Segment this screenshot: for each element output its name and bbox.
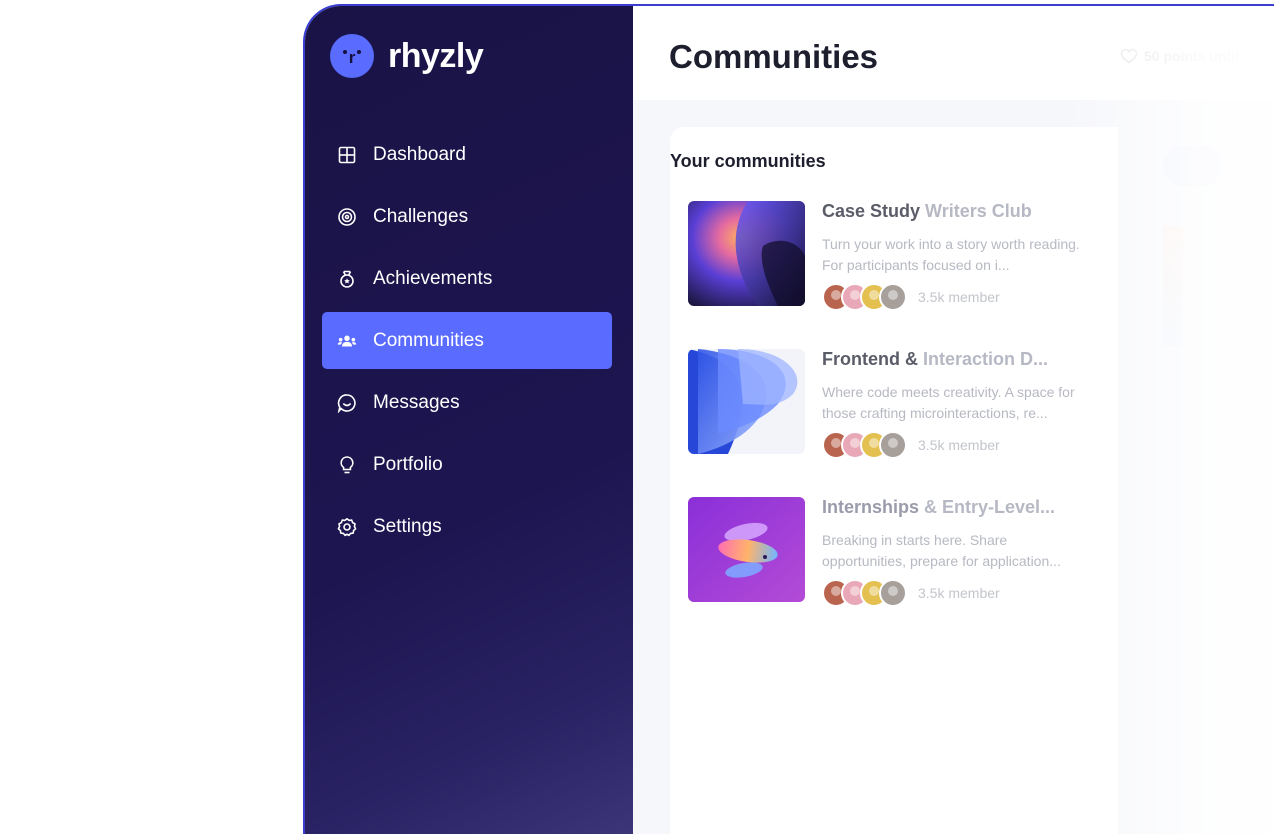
- community-description: Breaking in starts here. Share opportuni…: [822, 532, 1061, 569]
- chat-icon: [337, 393, 356, 413]
- community-name-part: Frontend &: [822, 349, 923, 369]
- sidebar-item-label: Messages: [373, 391, 460, 413]
- community-item[interactable]: Internships & Entry-Level... Breaking in…: [688, 497, 1108, 609]
- sidebar-item-settings[interactable]: Settings: [322, 498, 612, 555]
- avatar: [879, 283, 907, 311]
- main-content: Communities 50 points until Your communi…: [633, 6, 1274, 834]
- faded-button: [1163, 146, 1223, 186]
- community-description: Turn your work into a story worth readin…: [822, 236, 1080, 273]
- sidebar-item-dashboard[interactable]: Dashboard: [322, 126, 612, 183]
- your-communities-card: Your communities Case Study Writers Club…: [670, 127, 1118, 834]
- community-name-part: Writers Club: [920, 201, 1032, 221]
- community-thumbnail: [688, 201, 805, 306]
- gear-icon: [337, 517, 357, 536]
- community-name: Case Study Writers Club: [822, 201, 1032, 222]
- points-text: 50 points until: [1144, 48, 1239, 64]
- community-name: Frontend & Interaction D...: [822, 349, 1048, 370]
- community-name-part: Internships: [822, 497, 925, 517]
- section-title: Your communities: [670, 151, 826, 171]
- avatar: [879, 579, 907, 607]
- community-thumbnail: [688, 349, 805, 454]
- grid-icon: [338, 146, 356, 163]
- community-name-part: Case Study: [822, 201, 921, 221]
- sidebar-item-communities[interactable]: Communities: [322, 312, 612, 369]
- people-icon: [337, 335, 357, 346]
- community-item[interactable]: Case Study Writers Club Turn your work i…: [688, 201, 1108, 313]
- sidebar-item-label: Settings: [373, 515, 442, 537]
- lightbulb-icon: [340, 455, 354, 473]
- target-icon: [338, 207, 356, 226]
- sidebar-item-messages[interactable]: Messages: [322, 374, 612, 431]
- community-name-part: & Entry-Level...: [924, 497, 1056, 517]
- member-avatars: 3.5k member: [822, 283, 1000, 311]
- brand-name: rhyzly: [388, 36, 484, 75]
- community-description: Where code meets creativity. A space for…: [822, 384, 1075, 421]
- sidebar: r rhyzly Dashboard Challenges Achievemen…: [305, 6, 633, 834]
- community-name-part: Interaction D...: [923, 349, 1049, 369]
- points-indicator: 50 points until: [1120, 48, 1239, 64]
- member-avatars: 3.5k member: [822, 431, 1000, 459]
- sidebar-item-achievements[interactable]: Achievements: [322, 250, 612, 307]
- sidebar-item-label: Portfolio: [373, 453, 443, 475]
- avatar: [879, 431, 907, 459]
- sidebar-item-challenges[interactable]: Challenges: [322, 188, 612, 245]
- sidebar-item-label: Dashboard: [373, 143, 466, 165]
- top-bar: Communities 50 points until: [633, 6, 1274, 100]
- sidebar-item-label: Achievements: [373, 267, 493, 289]
- member-count: 3.5k member: [918, 289, 1000, 305]
- sidebar-item-label: Communities: [373, 329, 484, 351]
- sidebar-item-portfolio[interactable]: Portfolio: [322, 436, 612, 493]
- community-item[interactable]: Frontend & Interaction D... Where code m…: [688, 349, 1108, 461]
- logo[interactable]: r rhyzly: [330, 34, 484, 78]
- community-name: Internships & Entry-Level...: [822, 497, 1055, 518]
- app-window: r rhyzly Dashboard Challenges Achievemen…: [303, 4, 1274, 834]
- page-title: Communities: [669, 38, 879, 75]
- member-count: 3.5k member: [918, 585, 1000, 601]
- logo-mark-icon: r: [330, 34, 374, 78]
- faded-panel: [1163, 226, 1183, 346]
- medal-icon: [340, 270, 354, 288]
- community-thumbnail: [688, 497, 805, 602]
- logo-mark-letter: r: [348, 48, 356, 67]
- heart-icon: [1120, 48, 1138, 64]
- member-count: 3.5k member: [918, 437, 1000, 453]
- member-avatars: 3.5k member: [822, 579, 1000, 607]
- sidebar-item-label: Challenges: [373, 205, 469, 227]
- sidebar-nav: Dashboard Challenges Achievements Commun…: [322, 126, 612, 560]
